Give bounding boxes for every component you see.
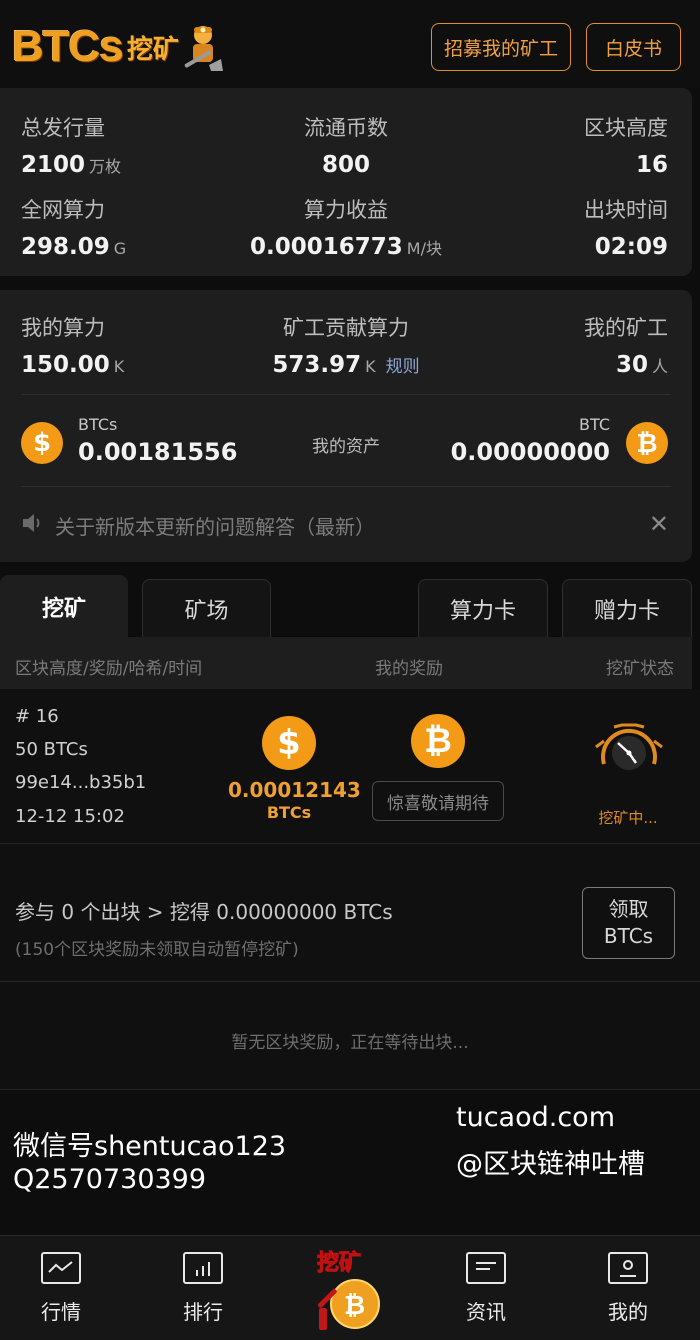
claim-note: (150个区块奖励未领取自动暂停挖矿) [15, 940, 299, 960]
logo-cn-text: 挖矿 [126, 34, 179, 65]
block-reward: 50 BTCs [15, 739, 88, 760]
dollar-coin-icon: $ [262, 716, 316, 770]
watermark-handle: @区块链神吐槽 [456, 1149, 645, 1180]
surprise-button[interactable]: 惊喜敬请期待 [372, 781, 504, 821]
column-header-status: 挖矿状态 [606, 659, 674, 679]
nav-item-profile[interactable]: 我的 [583, 1252, 673, 1325]
notice-bar[interactable]: 关于新版本更新的问题解答（最新） ✕ [21, 510, 671, 540]
watermark-wechat: 微信号shentucao123 [13, 1131, 287, 1162]
asset-right-value: 0.00000000 [450, 438, 610, 466]
svg-text:₿: ₿ [344, 1291, 365, 1321]
bitcoin-coin-icon: ₿ [411, 714, 465, 768]
mining-coin-icon[interactable]: 挖矿 ₿ [305, 1246, 395, 1336]
stat-label: 我的矿工 [584, 316, 668, 340]
nav-label: 排行 [183, 1300, 223, 1324]
recruit-miner-button[interactable]: 招募我的矿工 [431, 23, 571, 71]
stat-block-height: 区块高度 16 [584, 112, 668, 178]
rules-link[interactable]: 规则 [386, 357, 420, 377]
tab-mine-field[interactable]: 矿场 [142, 579, 271, 637]
stat-label: 区块高度 [584, 116, 668, 140]
bitcoin-coin-icon: ₿ [626, 422, 668, 464]
app-logo: BTCs 挖矿 [12, 18, 225, 76]
nav-label: 行情 [41, 1300, 81, 1324]
claim-button-line2: BTCs [603, 924, 654, 948]
mining-gauge-icon [592, 719, 666, 783]
app-header: BTCs 挖矿 招募我的矿工 白皮书 [0, 0, 700, 88]
claim-summary: 参与 0 个出块 > 挖得 0.00000000 BTCs [15, 900, 393, 924]
block-row[interactable]: # 16 50 BTCs 99e14...b35b1 12-12 15:02 $… [0, 689, 700, 844]
divider [21, 394, 671, 395]
stat-value: 02:09 [594, 234, 668, 260]
speaker-icon [21, 512, 45, 538]
notice-text[interactable]: 关于新版本更新的问题解答（最新） [55, 511, 375, 540]
nav-label: 我的 [608, 1300, 648, 1324]
news-icon [466, 1252, 506, 1284]
empty-message: 暂无区块奖励，正在等待出块... [231, 1033, 469, 1053]
column-header-reward: 我的奖励 [375, 659, 443, 679]
claim-btcs-button[interactable]: 领取 BTCs [582, 887, 675, 959]
nav-center-label: 挖矿 [317, 1250, 361, 1276]
nav-item-ranking[interactable]: 排行 [158, 1252, 248, 1325]
stat-label: 出块时间 [584, 198, 668, 222]
my-mining-card: 我的算力 150.00 K 矿工贡献算力 573.97 K 规则 我的矿工 30 人 $… [0, 290, 692, 562]
claim-button-line1: 领取 [608, 897, 649, 921]
logo-text: BTCs [12, 22, 124, 71]
chart-line-icon [41, 1252, 81, 1284]
my-reward-value: 0.00012143 [228, 778, 361, 802]
mining-status: 挖矿中... [598, 809, 658, 827]
stat-block-time: 出块时间 02:09 [584, 194, 668, 260]
close-icon[interactable]: ✕ [649, 510, 669, 538]
tab-hash-card[interactable]: 算力卡 [418, 579, 548, 637]
bar-chart-icon [183, 1252, 223, 1284]
watermark-site: tucaod.com [456, 1102, 615, 1133]
block-hash: 99e14...b35b1 [15, 772, 147, 793]
stat-my-miners[interactable]: 我的矿工 30 人 [584, 312, 668, 378]
miner-mascot-icon [181, 21, 225, 73]
whitepaper-button[interactable]: 白皮书 [586, 23, 681, 71]
column-header-block: 区块高度/奖励/哈希/时间 [15, 659, 203, 679]
block-height: # 16 [15, 706, 59, 727]
watermark-qq: Q2570730399 [13, 1164, 207, 1195]
list-header: 区块高度/奖励/哈希/时间 我的奖励 挖矿状态 [0, 637, 692, 689]
block-time: 12-12 15:02 [15, 806, 125, 827]
assets-row: $ BTCs 0.00181556 我的资产 BTC 0.00000000 ₿ [0, 408, 692, 488]
divider [21, 486, 671, 487]
nav-item-news[interactable]: 资讯 [441, 1252, 531, 1325]
stat-value: 16 [635, 152, 668, 178]
network-stats-card: 总发行量 2100 万枚 流通币数 800 区块高度 16 全网算力 298.09… [0, 88, 692, 276]
tab-mining[interactable]: 挖矿 [0, 575, 128, 637]
asset-right-name: BTC [579, 415, 610, 434]
profile-icon [608, 1252, 648, 1284]
claim-row: 参与 0 个出块 > 挖得 0.00000000 BTCs (150个区块奖励未… [0, 844, 700, 982]
empty-rewards: 暂无区块奖励，正在等待出块... [0, 982, 700, 1090]
my-reward-unit: BTCs [266, 803, 312, 822]
bottom-nav: 行情 排行 挖矿 ₿ 资讯 我的 [0, 1235, 700, 1340]
tab-gift-card[interactable]: 赠力卡 [562, 579, 692, 637]
stat-value: 30 人 [615, 352, 668, 378]
nav-label: 资讯 [466, 1300, 506, 1324]
nav-item-market[interactable]: 行情 [16, 1252, 106, 1325]
